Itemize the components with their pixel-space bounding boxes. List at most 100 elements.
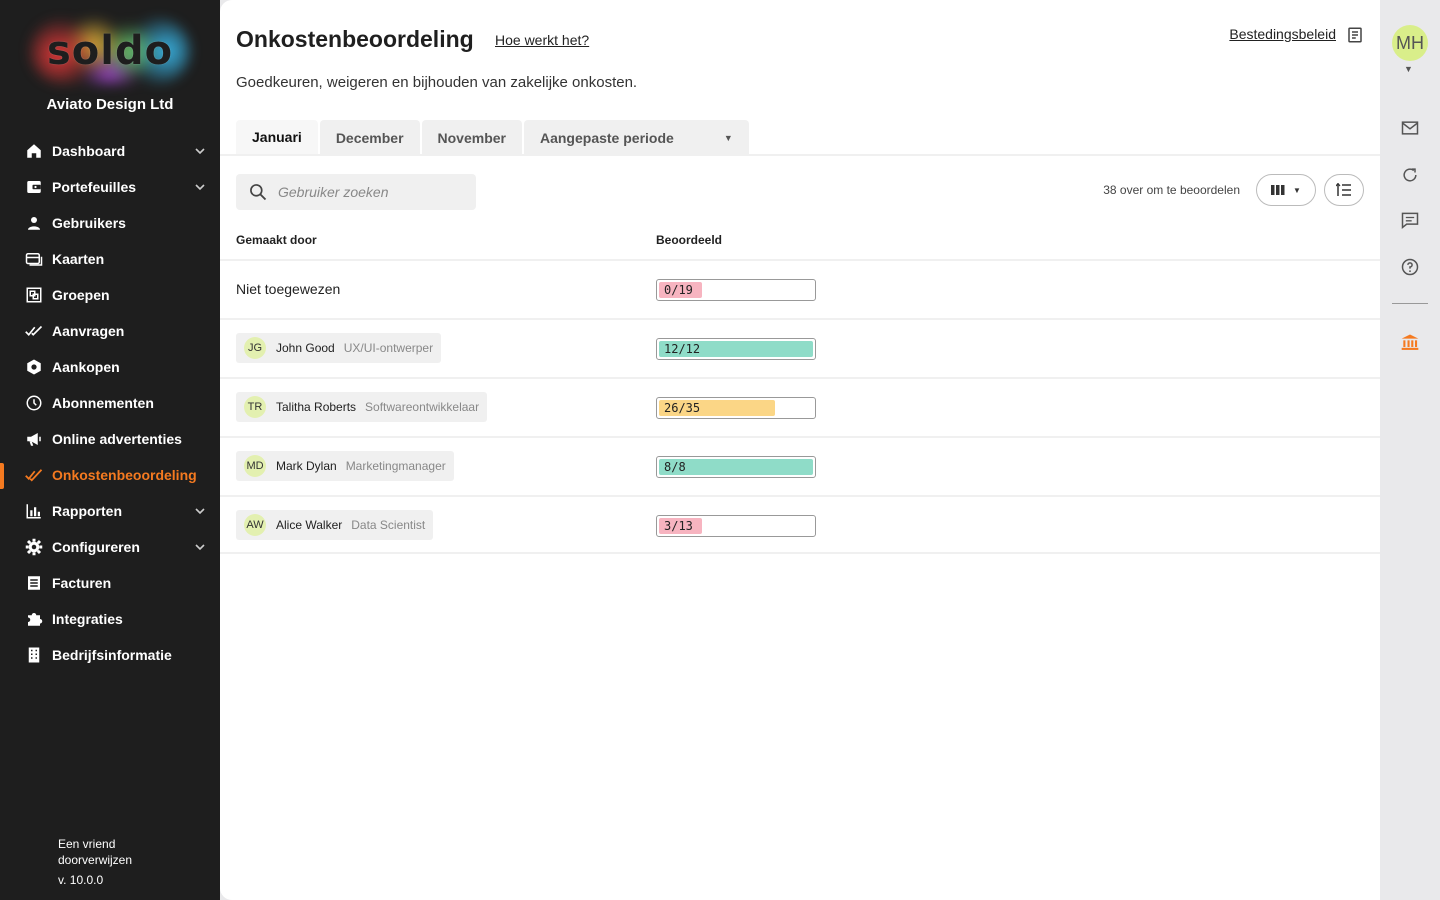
table-row[interactable]: TR Talitha Roberts Softwareontwikkelaar … — [220, 377, 1380, 436]
user-chip[interactable]: TR Talitha Roberts Softwareontwikkelaar — [236, 392, 488, 422]
sidebar: soldo Aviato Design Ltd Dashboard Portef… — [0, 0, 220, 900]
sidebar-item-integraties[interactable]: Integraties — [0, 601, 220, 637]
sidebar-item-groepen[interactable]: Groepen — [0, 277, 220, 313]
user-name: Talitha Roberts — [276, 400, 357, 414]
sidebar-item-label: Kaarten — [52, 251, 105, 267]
invoice-icon — [24, 573, 44, 593]
column-header-reviewed: Beoordeeld — [656, 233, 723, 247]
search-icon — [250, 184, 267, 201]
progress-text: 26/35 — [664, 401, 701, 415]
main-content: Onkostenbeoordeling Hoe werkt het? Beste… — [220, 0, 1380, 900]
progress-text: 3/13 — [664, 519, 693, 533]
megaphone-icon — [24, 429, 44, 449]
wallet-icon — [24, 177, 44, 197]
tab-label: Aangepaste periode — [539, 130, 674, 146]
bar-chart-icon — [24, 501, 44, 521]
building-icon — [24, 645, 44, 665]
help-icon[interactable] — [1400, 257, 1420, 277]
sidebar-footer: Een vriend doorverwijzen v. 10.0.0 — [58, 836, 158, 888]
chevron-down-icon — [195, 184, 205, 191]
tab-custom-period[interactable]: Aangepaste periode ▼ — [523, 120, 749, 156]
sidebar-item-aankopen[interactable]: Aankopen — [0, 349, 220, 385]
table-row[interactable]: MD Mark Dylan Marketingmanager 8/8 — [220, 436, 1380, 495]
bank-icon[interactable] — [1400, 332, 1420, 352]
table-row[interactable]: JG John Good UX/UI-ontwerper 12/12 — [220, 318, 1380, 377]
tab-label: Januari — [252, 129, 302, 145]
caret-down-icon[interactable]: ▼ — [1404, 64, 1413, 74]
company-name: Aviato Design Ltd — [46, 96, 174, 113]
sidebar-item-bedrijfsinformatie[interactable]: Bedrijfsinformatie — [0, 637, 220, 673]
sidebar-item-abonnementen[interactable]: Abonnementen — [0, 385, 220, 421]
tab-december[interactable]: December — [319, 120, 420, 156]
user-search[interactable] — [236, 174, 476, 210]
right-rail: MH ▼ — [1380, 0, 1440, 900]
puzzle-icon — [24, 609, 44, 629]
table-row[interactable]: AW Alice Walker Data Scientist 3/13 — [220, 495, 1380, 554]
sort-button[interactable] — [1324, 174, 1364, 206]
chevron-down-icon — [195, 508, 205, 515]
home-icon — [24, 141, 44, 161]
chat-icon[interactable] — [1400, 210, 1420, 230]
sidebar-item-label: Portefeuilles — [52, 179, 137, 195]
cards-icon — [24, 249, 44, 269]
logo-text: soldo — [46, 28, 174, 74]
double-check-icon — [24, 321, 44, 341]
how-it-works-link[interactable]: Hoe werkt het? — [495, 32, 589, 48]
progress-text: 0/19 — [664, 283, 693, 297]
sidebar-item-label: Online advertenties — [52, 431, 182, 447]
tab-november[interactable]: November — [421, 120, 522, 156]
mail-icon[interactable] — [1400, 118, 1420, 138]
soldo-logo[interactable]: soldo — [30, 18, 190, 84]
period-tabs: Januari December November Aangepaste per… — [236, 120, 751, 156]
sidebar-item-label: Integraties — [52, 611, 123, 627]
user-chip[interactable]: JG John Good UX/UI-ontwerper — [236, 333, 442, 363]
table-row[interactable]: Niet toegewezen 0/19 — [220, 259, 1380, 318]
rail-divider — [1392, 303, 1428, 304]
sidebar-item-portefeuilles[interactable]: Portefeuilles — [0, 169, 220, 205]
sidebar-item-onkostenbeoordeling[interactable]: Onkostenbeoordeling — [0, 457, 220, 493]
account-avatar[interactable]: MH — [1392, 25, 1428, 61]
caret-down-icon: ▼ — [1293, 185, 1301, 195]
columns-icon — [1271, 185, 1285, 195]
page-title: Onkostenbeoordeling — [236, 26, 474, 52]
sidebar-item-configureren[interactable]: Configureren — [0, 529, 220, 565]
review-progress: 0/19 — [656, 279, 816, 301]
tab-januari[interactable]: Januari — [236, 120, 318, 156]
sidebar-item-kaarten[interactable]: Kaarten — [0, 241, 220, 277]
avatar: JG — [244, 337, 266, 359]
tabs-divider — [220, 154, 1380, 156]
sidebar-item-gebruikers[interactable]: Gebruikers — [0, 205, 220, 241]
spending-policy-link[interactable]: Bestedingsbeleid — [1229, 26, 1336, 42]
purchases-icon — [24, 357, 44, 377]
review-progress: 8/8 — [656, 456, 816, 478]
refresh-icon[interactable] — [1400, 165, 1420, 185]
column-header-created-by: Gemaakt door — [236, 233, 317, 247]
sidebar-item-label: Rapporten — [52, 503, 122, 519]
avatar: AW — [244, 514, 266, 536]
user-chip[interactable]: MD Mark Dylan Marketingmanager — [236, 451, 454, 481]
user-role: UX/UI-ontwerper — [343, 341, 434, 355]
app-version: v. 10.0.0 — [58, 873, 104, 887]
sidebar-item-online-advertenties[interactable]: Online advertenties — [0, 421, 220, 457]
progress-text: 8/8 — [664, 460, 686, 474]
document-icon[interactable] — [1346, 26, 1364, 44]
sidebar-nav: Dashboard Portefeuilles Gebruikers Kaart… — [0, 133, 220, 673]
search-input[interactable] — [278, 184, 458, 200]
sidebar-item-aanvragen[interactable]: Aanvragen — [0, 313, 220, 349]
user-chip[interactable]: AW Alice Walker Data Scientist — [236, 510, 434, 540]
user-name: Mark Dylan — [276, 459, 337, 473]
user-name: John Good — [276, 341, 335, 355]
user-role: Marketingmanager — [345, 459, 446, 473]
remaining-count: 38 over om te beoordelen — [1103, 183, 1240, 197]
chevron-down-icon — [195, 148, 205, 155]
sidebar-item-rapporten[interactable]: Rapporten — [0, 493, 220, 529]
sidebar-item-label: Abonnementen — [52, 395, 154, 411]
sidebar-item-label: Aanvragen — [52, 323, 125, 339]
avatar: TR — [244, 396, 266, 418]
review-progress: 12/12 — [656, 338, 816, 360]
sidebar-item-label: Bedrijfsinformatie — [52, 647, 172, 663]
sidebar-item-facturen[interactable]: Facturen — [0, 565, 220, 601]
refer-friend-link[interactable]: Een vriend doorverwijzen — [58, 836, 158, 868]
sidebar-item-dashboard[interactable]: Dashboard — [0, 133, 220, 169]
column-view-button[interactable]: ▼ — [1256, 174, 1316, 206]
